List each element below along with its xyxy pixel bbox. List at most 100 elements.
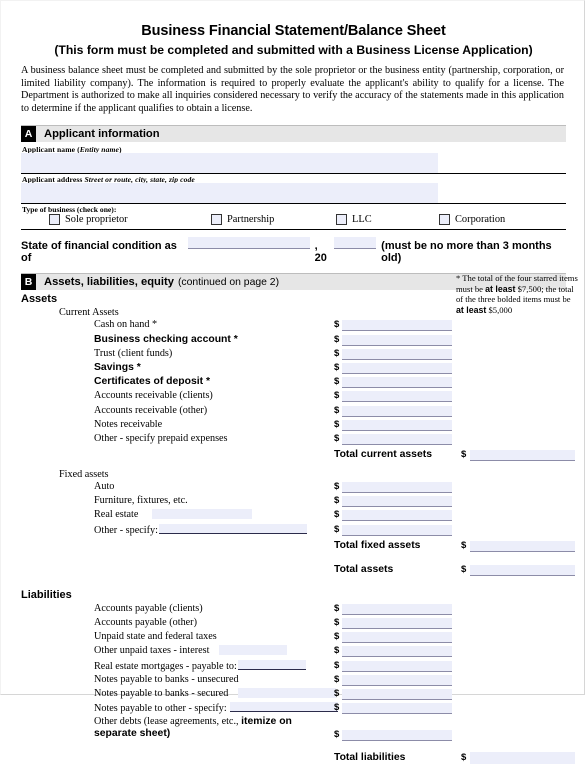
asset-amount-input[interactable] xyxy=(342,348,453,360)
checkbox-icon[interactable] xyxy=(439,214,450,226)
liability-amount: $ xyxy=(334,687,453,700)
business-type-label-partnership: Partnership xyxy=(227,214,275,226)
applicant-address-input[interactable] xyxy=(21,183,438,204)
liability-amount: $ xyxy=(334,617,453,629)
other-fixed-asset-specify-input[interactable] xyxy=(158,523,307,534)
total-fixed-assets-amount: $ xyxy=(461,540,576,552)
fixed-asset-amount-input[interactable] xyxy=(342,510,453,522)
checkbox-icon[interactable] xyxy=(211,214,222,226)
section-a-letter: A xyxy=(21,126,36,143)
total-liabilities-amount: $ xyxy=(461,752,576,765)
dollar-sign: $ xyxy=(334,702,340,714)
fixed-asset-amount-input[interactable] xyxy=(342,496,453,508)
liability-amount-input[interactable] xyxy=(342,674,453,686)
liability-label-wrap: Notes payable to banks - secured xyxy=(94,687,337,699)
total-assets-input[interactable] xyxy=(470,564,576,576)
total-liabilities-row: Total liabilities $ xyxy=(21,752,576,768)
liability-row: Notes payable to banks - unsecured $ xyxy=(21,674,566,688)
section-b-title: Assets, liabilities, equity (continued on… xyxy=(36,274,279,290)
starred-note-part3: $5,000 xyxy=(486,304,513,315)
asset-amount-input[interactable] xyxy=(342,433,453,445)
business-type-sole-proprietor[interactable]: Sole proprietor xyxy=(49,214,128,226)
page-subtitle: (This form must be completed and submitt… xyxy=(54,43,533,57)
liability-amount-input[interactable] xyxy=(342,603,453,615)
financial-condition-date-input[interactable] xyxy=(187,237,310,250)
asset-label: Certificates of deposit * xyxy=(94,376,211,388)
financial-condition-year-input[interactable] xyxy=(334,237,377,250)
asset-amount-input[interactable] xyxy=(342,362,453,374)
dollar-sign: $ xyxy=(334,432,340,444)
business-type-label-corporation: Corporation xyxy=(455,214,506,226)
liability-amount: $ xyxy=(334,674,453,686)
asset-amount-input[interactable] xyxy=(342,334,453,346)
liability-amount-input[interactable] xyxy=(342,632,453,644)
business-type-label: Type of business (check one): xyxy=(22,205,117,215)
total-fixed-assets-input[interactable] xyxy=(470,540,576,552)
asset-amount: $ xyxy=(334,390,453,403)
asset-amount: $ xyxy=(334,361,453,374)
asset-amount-input[interactable] xyxy=(342,377,453,389)
liability-amount: $ xyxy=(334,645,453,658)
liability-label: Notes payable to other - specify: xyxy=(94,703,227,715)
real-estate-mortgage-payee-input[interactable] xyxy=(237,659,306,670)
asset-amount: $ xyxy=(334,333,453,346)
liability-label: Unpaid state and federal taxes xyxy=(94,631,217,643)
financial-condition-prefix: State of financial condition as of xyxy=(21,240,177,265)
business-type-label-llc: LLC xyxy=(352,214,372,226)
total-liabilities-input[interactable] xyxy=(470,752,576,765)
asset-amount-input[interactable] xyxy=(342,419,453,431)
liability-amount-input[interactable] xyxy=(342,660,453,672)
liability-amount-input[interactable] xyxy=(342,688,453,700)
liability-label: Accounts payable (clients) xyxy=(94,602,203,614)
dollar-sign: $ xyxy=(334,333,340,345)
asset-amount: $ xyxy=(334,319,453,332)
notes-payable-secured-note-input[interactable] xyxy=(238,687,337,698)
financial-condition-row: State of financial condition as of , 20 … xyxy=(21,237,566,264)
applicant-name-input[interactable] xyxy=(21,153,438,174)
section-b-letter: B xyxy=(21,274,36,291)
asset-amount-input[interactable] xyxy=(342,405,453,417)
checkbox-icon[interactable] xyxy=(336,214,347,226)
asset-amount: $ xyxy=(334,432,453,445)
business-type-partnership[interactable]: Partnership xyxy=(211,214,275,226)
dollar-sign: $ xyxy=(334,390,340,402)
liability-amount-input[interactable] xyxy=(342,618,453,629)
business-type-corporation[interactable]: Corporation xyxy=(439,214,506,226)
business-type-llc[interactable]: LLC xyxy=(336,214,372,226)
total-liabilities-label: Total liabilities xyxy=(334,752,406,764)
total-current-assets-input[interactable] xyxy=(470,450,576,462)
dollar-sign: $ xyxy=(334,687,340,699)
notes-payable-other-specify-input[interactable] xyxy=(229,702,338,713)
fixed-asset-label: Furniture, fixtures, etc. xyxy=(94,495,188,507)
applicant-name-row: Applicant name (Entity name) xyxy=(21,144,566,175)
asset-amount-input[interactable] xyxy=(342,320,453,332)
fixed-asset-row: Real estate $ xyxy=(21,509,566,523)
liability-label: Other unpaid taxes - interest xyxy=(94,645,210,657)
real-estate-note-input[interactable] xyxy=(152,509,253,520)
dollar-sign: $ xyxy=(334,361,340,373)
fixed-asset-amount-input[interactable] xyxy=(342,524,453,536)
fixed-assets-list: Auto $ Furniture, fixtures, etc. $ Real … xyxy=(21,481,566,538)
section-a-header: A Applicant information xyxy=(21,125,566,143)
dollar-sign: $ xyxy=(461,449,467,461)
checkbox-icon[interactable] xyxy=(49,214,60,226)
other-debts-amount-input[interactable] xyxy=(342,730,453,742)
fixed-asset-amount: $ xyxy=(334,495,453,508)
liability-label: Notes payable to banks - unsecured xyxy=(94,673,239,685)
asset-amount-input[interactable] xyxy=(342,391,453,403)
liability-label: Notes payable to banks - secured xyxy=(94,687,229,699)
financial-condition-year-prefix: , 20 xyxy=(314,240,327,265)
liability-amount-input[interactable] xyxy=(342,646,453,658)
other-unpaid-taxes-note-input[interactable] xyxy=(219,645,288,656)
dollar-sign: $ xyxy=(334,729,340,741)
asset-row: Certificates of deposit * $ xyxy=(21,376,566,390)
section-b-title-continued: (continued on page 2) xyxy=(177,276,280,288)
asset-label: Notes receivable xyxy=(94,418,163,430)
total-current-assets-row: Total current assets $ xyxy=(21,449,576,465)
fixed-asset-row: Auto $ xyxy=(21,481,566,495)
fixed-asset-label-wrap: Real estate xyxy=(94,509,253,520)
dollar-sign: $ xyxy=(334,631,340,643)
liability-amount-input[interactable] xyxy=(342,703,453,715)
starred-note-bold2: at least xyxy=(456,304,487,315)
fixed-asset-amount-input[interactable] xyxy=(342,482,453,494)
